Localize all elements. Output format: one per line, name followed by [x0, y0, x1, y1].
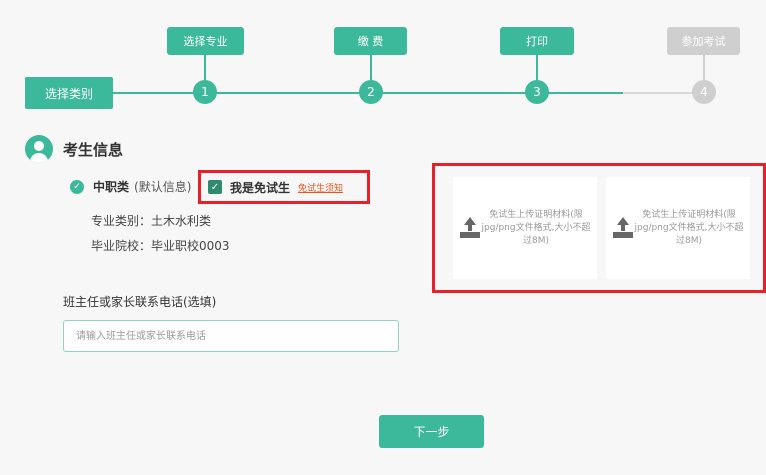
upload-card-1-text: 免试生上传证明材料(限jpg/png文件格式,大小不超过8M)	[481, 209, 591, 246]
step-1-connector	[204, 55, 206, 82]
check-circle-icon: ✓	[70, 179, 84, 194]
step-4-label: 参加考试	[667, 27, 740, 55]
next-step-button[interactable]: 下一步	[379, 415, 484, 448]
category-name: 中职类	[93, 180, 130, 194]
step-2-connector	[370, 55, 372, 82]
step-1-number: 1	[193, 80, 217, 104]
category-default-note: (默认信息)	[134, 180, 192, 194]
user-icon	[25, 135, 53, 163]
category-row: ✓ 中职类 (默认信息)	[70, 178, 191, 195]
exempt-label[interactable]: 我是免试生	[230, 179, 290, 196]
phone-label: 班主任或家长联系电话(选填)	[63, 295, 217, 309]
section-header: 考生信息	[25, 135, 123, 163]
upload-icon	[459, 217, 481, 239]
exempt-student-option: ✓ 我是免试生 免试生须知	[198, 170, 370, 204]
step-3-label[interactable]: 打印	[500, 27, 574, 55]
upload-icon	[612, 217, 634, 239]
exempt-checkbox[interactable]: ✓	[208, 180, 222, 194]
phone-input[interactable]	[63, 320, 399, 352]
major-info: 专业类别：土木水利类	[91, 214, 212, 228]
page: 选择类别 选择专业 1 缴 费 2 打印 3 参加考试 4 考生信息 ✓ 中职类…	[0, 0, 766, 475]
select-category-button[interactable]: 选择类别	[25, 77, 113, 109]
step-1-label[interactable]: 选择专业	[167, 27, 244, 55]
exempt-notice-link[interactable]: 免试生须知	[298, 181, 343, 194]
section-title: 考生信息	[63, 140, 124, 159]
upload-card-1[interactable]: 免试生上传证明材料(限jpg/png文件格式,大小不超过8M)	[453, 177, 597, 279]
step-4-connector	[703, 55, 705, 82]
step-2-number: 2	[359, 80, 383, 104]
step-2-label[interactable]: 缴 费	[334, 27, 407, 55]
step-4-number: 4	[692, 80, 716, 104]
upload-card-2[interactable]: 免试生上传证明材料(限jpg/png文件格式,大小不超过8M)	[606, 177, 750, 279]
upload-card-2-text: 免试生上传证明材料(限jpg/png文件格式,大小不超过8M)	[634, 209, 744, 246]
school-info: 毕业院校：毕业职校0003	[91, 239, 230, 253]
step-3-connector	[536, 55, 538, 82]
step-3-number: 3	[525, 80, 549, 104]
